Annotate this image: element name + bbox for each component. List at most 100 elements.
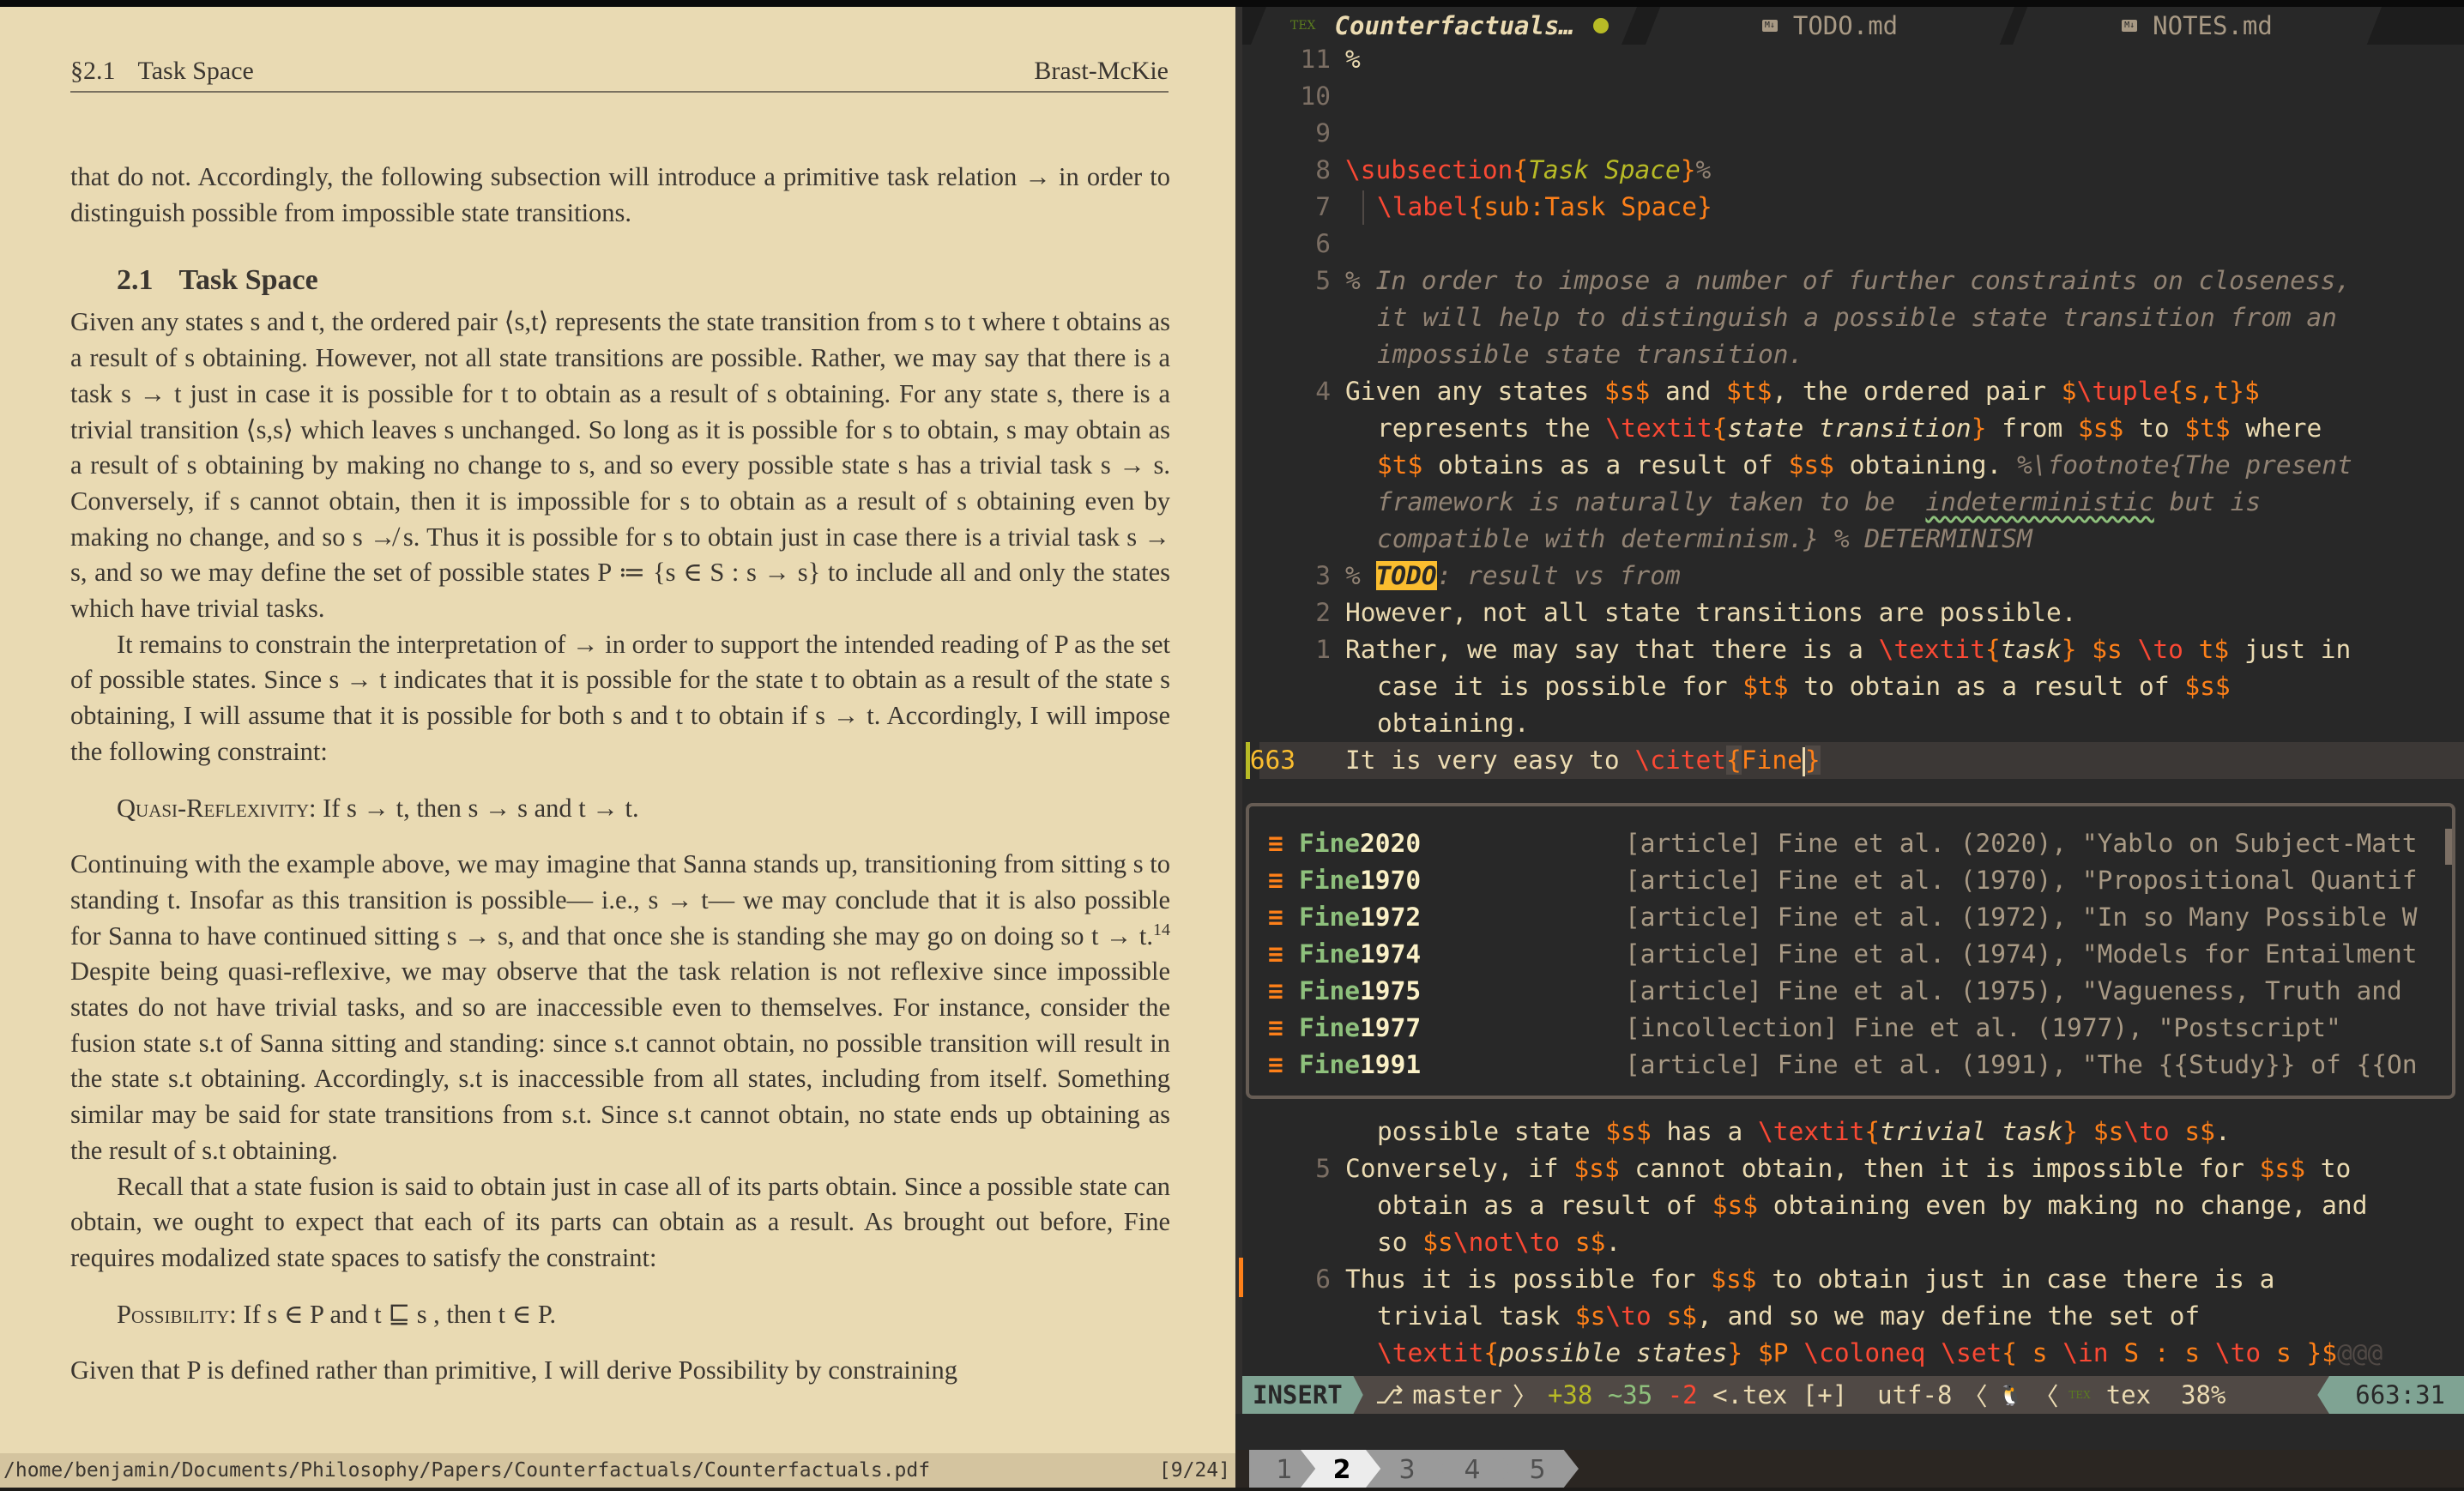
completion-detail: [incollection] Fine et al. (1977), "Post…	[1625, 1013, 2341, 1042]
code-line-wrap: case it is possible for $t$ to obtain as…	[1242, 668, 2464, 705]
constraint-quasi-reflexivity: Quasi-Reflexivity: If s → t, then s → s …	[117, 791, 1170, 827]
line-number: 6	[1315, 229, 1331, 258]
code-line: 10	[1242, 78, 2464, 115]
file-encoding: utf-8	[1877, 1380, 1953, 1410]
tab-counterfactuals[interactable]: TEX Counterfactuals…	[1251, 7, 1637, 45]
line-text: obtain as a result of $s$ obtaining even…	[1377, 1191, 2368, 1220]
constraint-possibility: Possibility: If s ∈ P and t ⊑ s , then t…	[117, 1297, 1170, 1333]
code-lines[interactable]: 11% 10 9 8 \subsection{Task Space}% 7 \lab…	[1242, 41, 2464, 779]
line-number: 9	[1315, 118, 1331, 148]
code-lines-below[interactable]: possible state $s$ has a \textit{trivial…	[1239, 1114, 2464, 1372]
code-line: 5 % In order to impose a number of furthe…	[1242, 263, 2464, 299]
reference-icon: ≡	[1268, 976, 1283, 1005]
page-indicator: [9/24]	[1158, 1459, 1230, 1482]
pdf-viewer[interactable]: §2.1 Task Space Brast-McKie that do not. …	[0, 7, 1235, 1488]
code-line-wrap: possible state $s$ has a \textit{trivial…	[1242, 1114, 2464, 1150]
code-line: 1 Rather, we may say that there is a \tex…	[1242, 631, 2464, 668]
code-line: 6	[1242, 226, 2464, 263]
completion-detail: [article] Fine et al. (1975), "Vagueness…	[1625, 976, 2418, 1005]
tab-label: Counterfactuals…	[1334, 11, 1574, 40]
line-text: However, not all state transitions are p…	[1345, 598, 2077, 627]
command-line[interactable]	[1242, 1414, 2464, 1450]
popup-scrollbar[interactable]	[2445, 829, 2452, 865]
code-line: 11%	[1242, 41, 2464, 78]
current-line[interactable]: 663 It is very easy to \citet{Fine}	[1250, 742, 2464, 779]
line-number: 2	[1315, 598, 1331, 627]
constraint-text: If s → t, then s → s and t → t.	[323, 793, 639, 823]
completion-item[interactable]: ≡ Fine1974 [article] Fine et al. (1974), "…	[1268, 936, 2418, 973]
footnote-marker[interactable]: 14	[1153, 921, 1170, 939]
line-text: Given any states $s$ and $t$, the ordere…	[1345, 377, 2260, 406]
pane-divider[interactable]	[1235, 7, 1242, 1414]
paragraph: Continuing with the example above, we ma…	[70, 847, 1170, 1168]
line-text: It is very easy to \citet{Fine}	[1345, 746, 1821, 776]
completion-item[interactable]: ≡ Fine1970 [article] Fine et al. (1970), "…	[1268, 862, 2418, 899]
cursor-position: 663:31	[2317, 1376, 2464, 1414]
completion-detail: [article] Fine et al. (1974), "Models fo…	[1625, 939, 2418, 969]
code-line: 6 Thus it is possible for $s$ to obtain j…	[1239, 1258, 2464, 1298]
line-text: Rather, we may say that there is a \text…	[1345, 635, 2352, 664]
pdf-body: that do not. Accordingly, the following …	[70, 160, 1170, 1389]
comment-text: % TODO: result vs from	[1345, 561, 1681, 590]
text-editor[interactable]: TEX Counterfactuals… M↓ TODO.md M↓ NOTES…	[1235, 7, 2464, 1488]
page-header: §2.1 Task Space Brast-McKie	[70, 55, 1169, 93]
completion-item[interactable]: ≡ Fine2020 [article] Fine et al. (2020), "…	[1268, 825, 2418, 862]
tex-icon: TEX	[1290, 19, 1316, 33]
completion-item[interactable]: ≡ Fine1977 [incollection] Fine et al. (197…	[1268, 1010, 2341, 1047]
completion-item[interactable]: ≡ Fine1991 [article] Fine et al. (1991), "…	[1268, 1047, 2418, 1084]
section-title: Task Space	[178, 264, 318, 297]
code-line-wrap: so $s\not\to s$.	[1242, 1224, 2464, 1261]
code-line-wrap: \textit{possible states} $P \coloneq \se…	[1242, 1335, 2464, 1372]
statusline: INSERT ⎇ master 〉 +38 ~35 -2 <.tex [+] u…	[1242, 1376, 2464, 1414]
indent-guide	[1362, 190, 1364, 225]
code-line-wrap: impossible state transition.	[1242, 336, 2464, 373]
git-branch: master	[1412, 1380, 1502, 1410]
completion-item[interactable]: ≡ Fine1975 [article] Fine et al. (1975), "…	[1268, 973, 2418, 1010]
workspace-bar: 1 2 3 4 5	[1235, 1450, 2464, 1488]
line-number: 11	[1300, 45, 1331, 74]
completion-detail: [article] Fine et al. (2020), "Yablo on …	[1625, 829, 2418, 858]
git-added: +38	[1547, 1380, 1593, 1410]
current-line-number: 663	[1249, 746, 1295, 775]
reference-icon: ≡	[1268, 866, 1283, 895]
paragraph-text: Continuing with the example above, we ma…	[70, 849, 1170, 951]
completion-popup[interactable]: ≡ Fine2020 [article] Fine et al. (2020), "…	[1246, 803, 2455, 1099]
tex-icon: TEX	[2068, 1389, 2091, 1401]
code-line-wrap: obtain as a result of $s$ obtaining even…	[1242, 1187, 2464, 1224]
filetype: tex	[2105, 1380, 2152, 1410]
code-line: 4 Given any states $s$ and $t$, the order…	[1242, 373, 2464, 410]
line-text: obtaining.	[1377, 709, 1530, 738]
section-number: 2.1	[117, 264, 154, 297]
constraint-name: Possibility:	[117, 1299, 237, 1329]
filename: <.tex [+]	[1712, 1380, 1848, 1410]
line-text: Thus it is possible for $s$ to obtain ju…	[1345, 1265, 2275, 1294]
tab-label: NOTES.md	[2153, 11, 2273, 40]
header-author: Brast-McKie	[1034, 57, 1169, 85]
git-branch-icon: ⎇	[1374, 1380, 1404, 1410]
code-line-wrap: trivial task $s\to s$, and so we may def…	[1242, 1298, 2464, 1335]
code-line-wrap: framework is naturally taken to be indet…	[1242, 484, 2464, 521]
pdf-statusbar: /home/benjamin/Documents/Philosophy/Pape…	[0, 1453, 1235, 1488]
code-line: 7 \label{sub:Task Space}	[1242, 189, 2464, 226]
file-path: /home/benjamin/Documents/Philosophy/Pape…	[3, 1459, 931, 1482]
tab-todo[interactable]: M↓ TODO.md	[1646, 7, 2014, 45]
tab-notes[interactable]: M↓ NOTES.md	[2013, 7, 2382, 45]
header-section-title: Task Space	[137, 57, 254, 85]
comment-text: it will help to distinguish a possible s…	[1377, 303, 2337, 332]
line-text: trivial task $s\to s$, and so we may def…	[1377, 1301, 2201, 1331]
git-changed: ~35	[1607, 1380, 1653, 1410]
paragraph-text: Despite being quasi-reflexive, we may ob…	[70, 957, 1170, 1165]
reference-icon: ≡	[1268, 1050, 1283, 1079]
comment-text: % In order to impose a number of further…	[1345, 266, 2352, 295]
line-number: 6	[1315, 1265, 1331, 1294]
tab-bar: TEX Counterfactuals… M↓ TODO.md M↓ NOTES…	[1242, 7, 2464, 45]
code-line-wrap: $t$ obtains as a result of $s$ obtaining…	[1242, 447, 2464, 484]
line-number: 5	[1315, 266, 1331, 295]
separator: 〈	[1962, 1382, 1988, 1411]
code-line: 9	[1242, 115, 2464, 152]
section-heading: 2.1 Task Space	[117, 263, 1170, 298]
spelling-error[interactable]: indeterministic	[1925, 487, 2153, 516]
header-section-number: §2.1	[70, 57, 116, 85]
line-number: 8	[1315, 155, 1331, 184]
completion-item[interactable]: ≡ Fine1972 [article] Fine et al. (1972), "…	[1268, 899, 2418, 936]
